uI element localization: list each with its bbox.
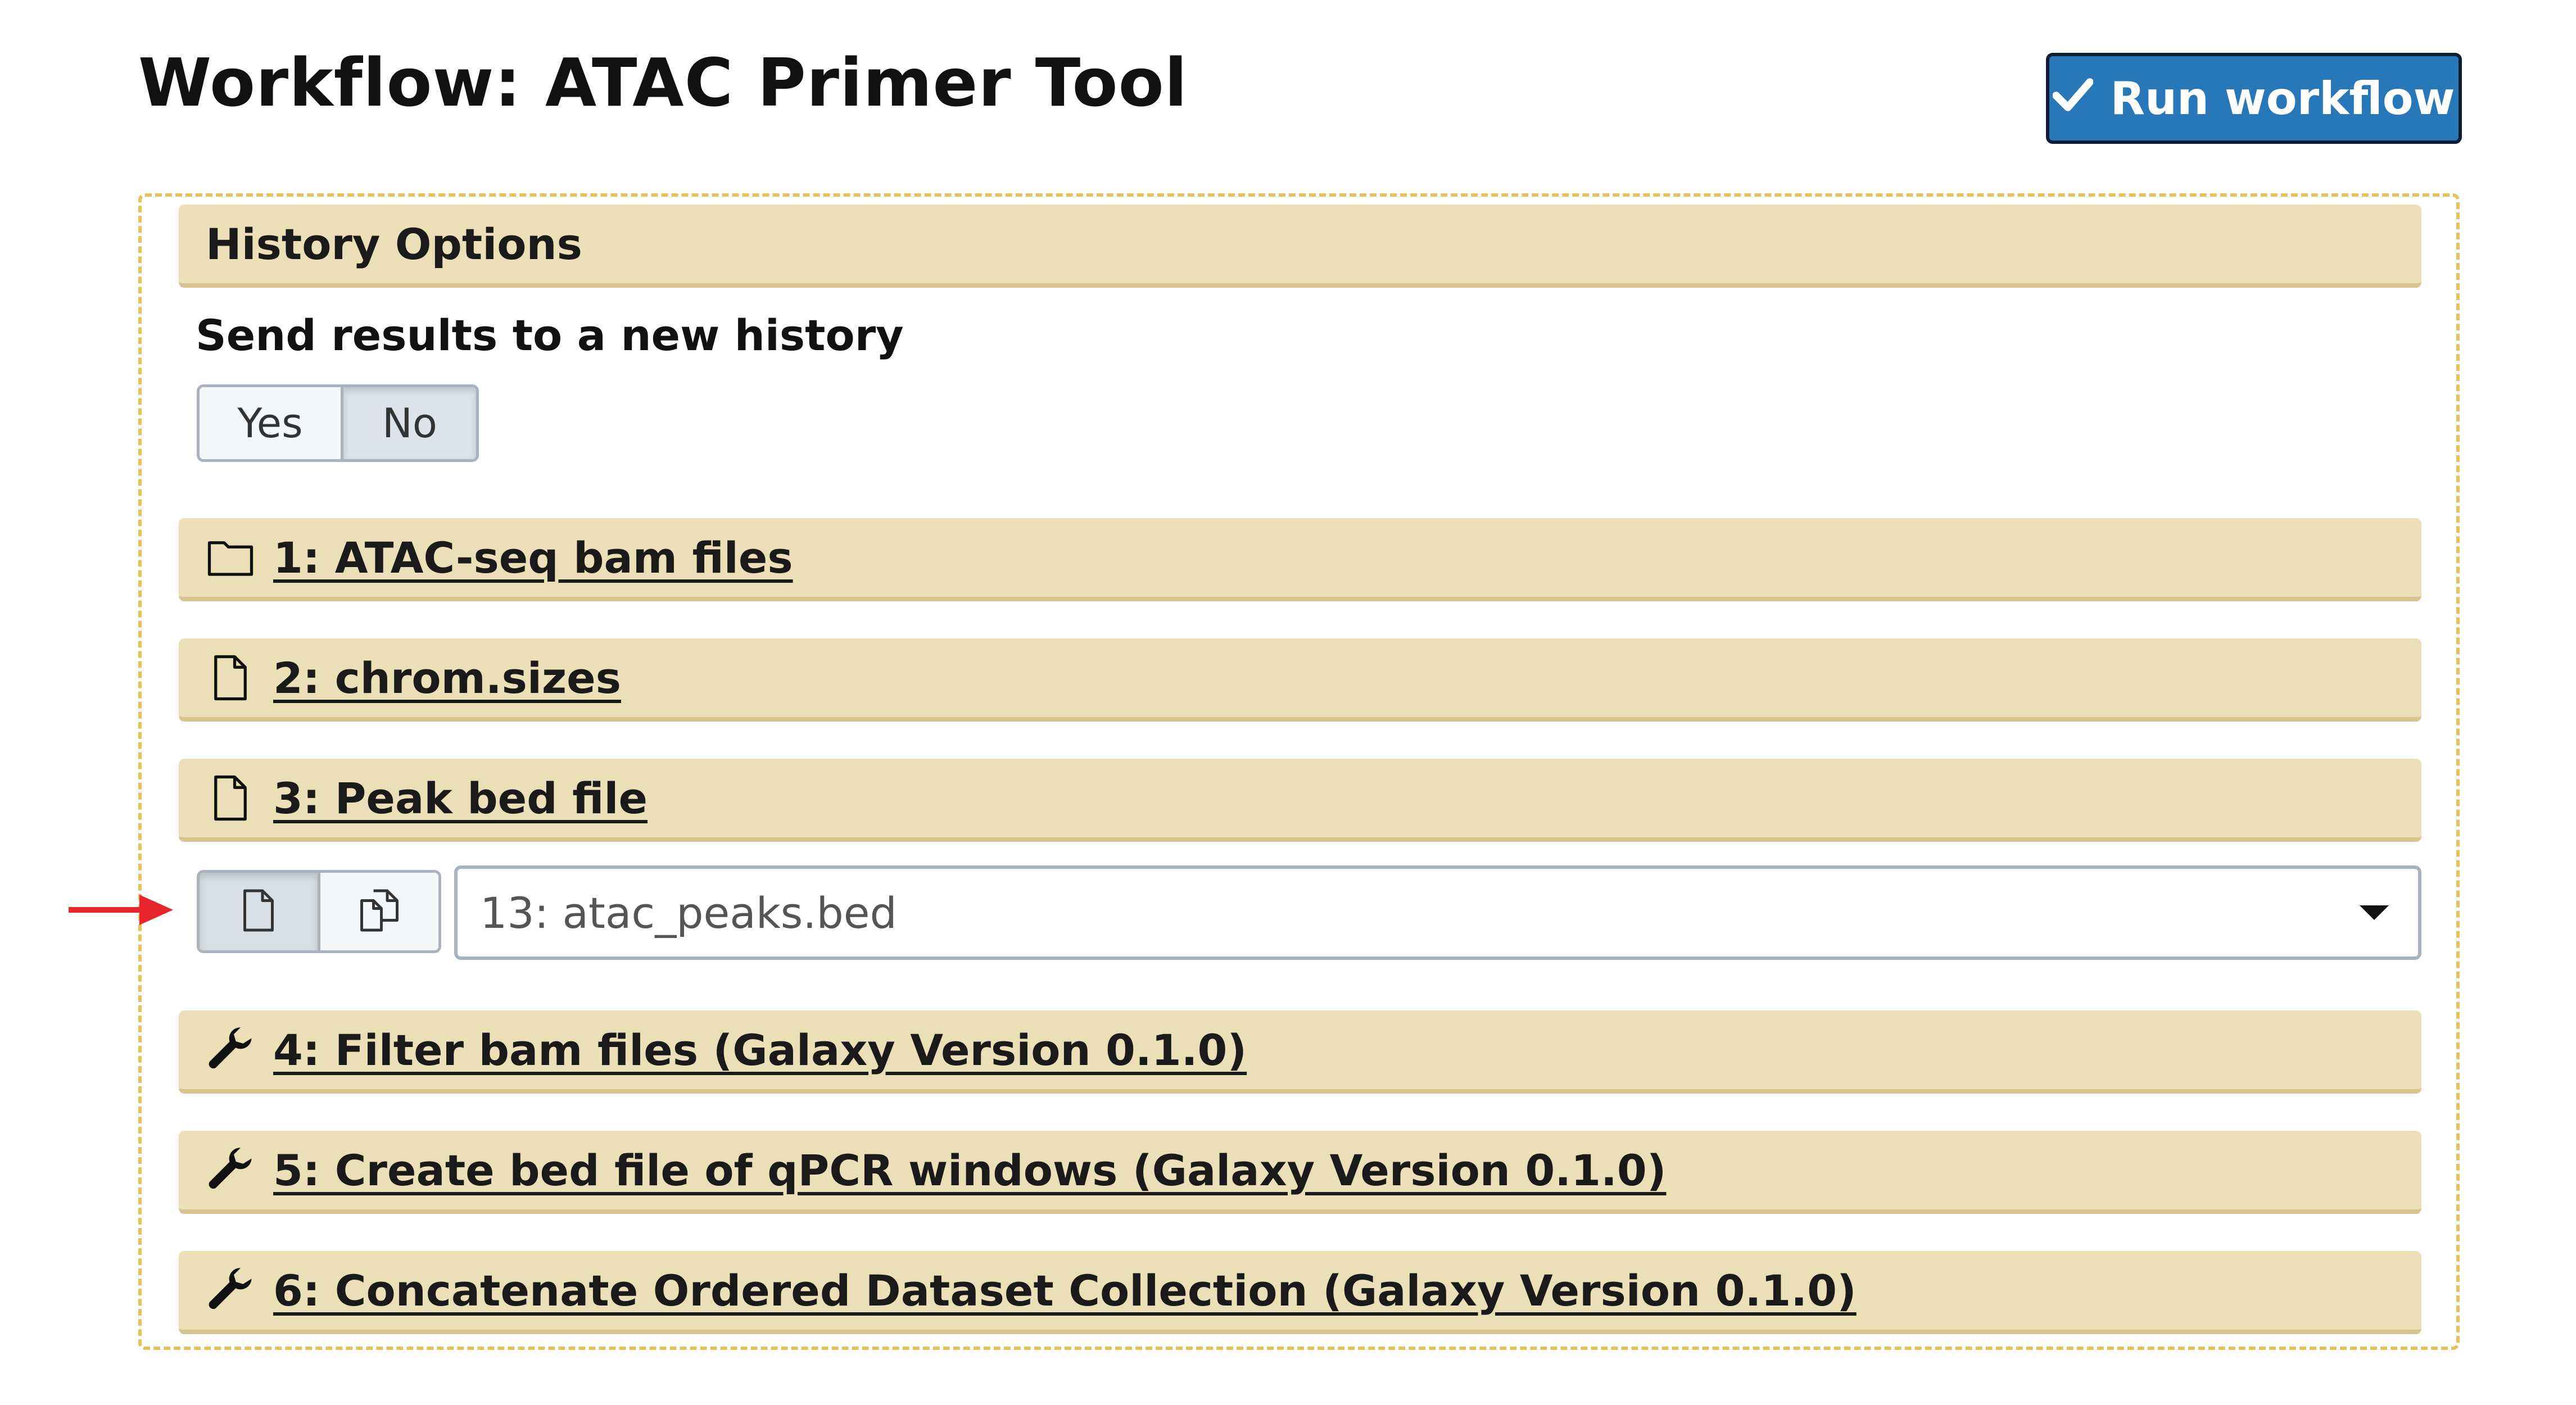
step-5-header[interactable]: 5: Create bed file of qPCR windows (Gala…: [179, 1131, 2421, 1214]
step-1-link[interactable]: 1: ATAC-seq bam files: [273, 533, 793, 583]
multiple-datasets-button[interactable]: [320, 873, 438, 950]
file-icon: [203, 651, 257, 705]
wrench-icon: [203, 1023, 257, 1077]
new-history-toggle[interactable]: Yes No: [197, 384, 479, 462]
step-5-link[interactable]: 5: Create bed file of qPCR windows (Gala…: [273, 1145, 1666, 1195]
step-4-link[interactable]: 4: Filter bam files (Galaxy Version 0.1.…: [273, 1025, 1247, 1075]
folder-icon: [203, 531, 257, 584]
page-title: Workflow: ATAC Primer Tool: [138, 44, 1188, 121]
step-2-header[interactable]: 2: chrom.sizes: [179, 638, 2421, 722]
multiple-datasets-icon: [356, 887, 403, 936]
send-to-new-history-label: Send results to a new history: [196, 310, 904, 360]
single-dataset-icon: [235, 887, 282, 936]
caret-down-icon: [2360, 905, 2389, 920]
wrench-icon: [203, 1263, 257, 1317]
dataset-select-value: 13: atac_peaks.bed: [480, 887, 897, 938]
step-3-link[interactable]: 3: Peak bed file: [273, 773, 648, 823]
step-6-link[interactable]: 6: Concatenate Ordered Dataset Collectio…: [273, 1266, 1857, 1316]
dataset-source-buttons: [197, 870, 441, 953]
step-6-header[interactable]: 6: Concatenate Ordered Dataset Collectio…: [179, 1251, 2421, 1334]
file-icon: [203, 771, 257, 825]
check-icon: [2052, 72, 2094, 125]
wrench-icon: [203, 1143, 257, 1197]
peak-bed-dataset-select[interactable]: 13: atac_peaks.bed: [454, 865, 2421, 960]
step-3-header[interactable]: 3: Peak bed file: [179, 759, 2421, 842]
single-dataset-button[interactable]: [200, 873, 320, 950]
step-1-header[interactable]: 1: ATAC-seq bam files: [179, 518, 2421, 601]
red-arrow-icon: [69, 895, 173, 925]
history-options-header: History Options: [179, 205, 2421, 288]
toggle-yes-option[interactable]: Yes: [200, 387, 343, 459]
step-2-link[interactable]: 2: chrom.sizes: [273, 653, 621, 703]
toggle-no-option[interactable]: No: [343, 387, 476, 459]
step-4-header[interactable]: 4: Filter bam files (Galaxy Version 0.1.…: [179, 1010, 2421, 1094]
run-workflow-label: Run workflow: [2110, 72, 2455, 125]
history-options-title: History Options: [206, 219, 582, 269]
run-workflow-button[interactable]: Run workflow: [2046, 53, 2462, 144]
